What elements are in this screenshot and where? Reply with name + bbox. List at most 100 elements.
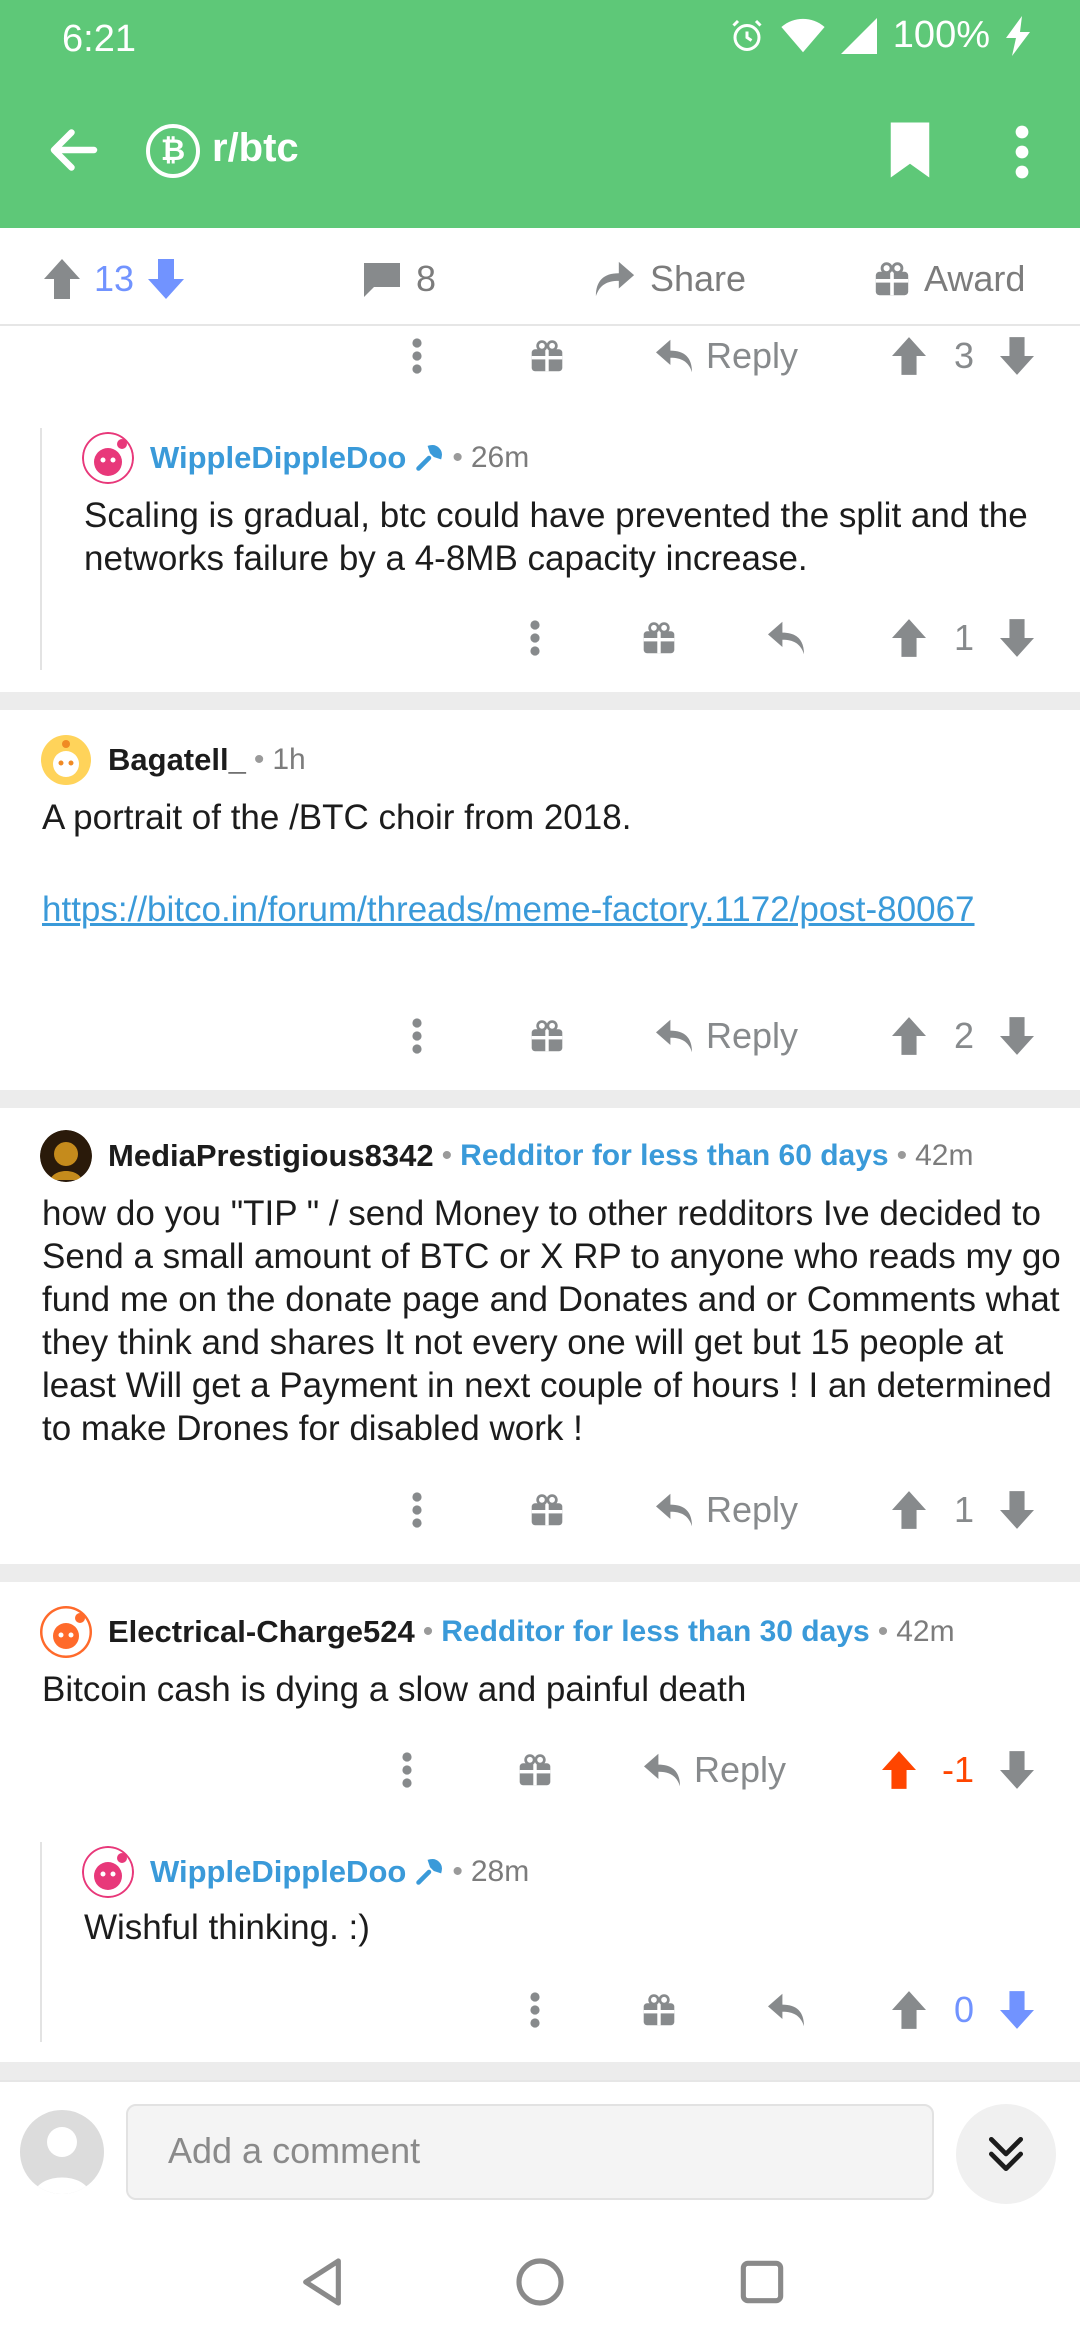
more-vert-icon (412, 1018, 422, 1054)
comment-downvote-button[interactable] (1000, 326, 1034, 386)
comment-more-button[interactable] (528, 608, 542, 668)
avatar[interactable] (82, 1846, 134, 1898)
subreddit-title[interactable]: r/btc (212, 126, 299, 171)
reply-icon (656, 1019, 692, 1053)
mod-wrench-icon (416, 1859, 443, 1885)
back-arrow-icon[interactable] (44, 120, 104, 180)
upvote-icon (892, 1491, 926, 1529)
username[interactable]: Bagatell_ (108, 742, 246, 778)
more-vert-icon (412, 338, 422, 374)
downvote-icon (1000, 1491, 1034, 1529)
status-bar: 6:21 100% (0, 0, 1080, 80)
comment-downvote-button[interactable] (1000, 608, 1034, 668)
comment-separator (0, 2062, 1080, 2080)
avatar[interactable] (40, 734, 92, 786)
comment-icon (364, 263, 400, 297)
gift-icon (531, 1020, 563, 1052)
user-avatar-icon (34, 2127, 90, 2194)
username[interactable]: MediaPrestigious8342 (108, 1138, 434, 1174)
downvote-icon[interactable] (148, 259, 185, 299)
comment-more-button[interactable] (410, 326, 424, 386)
share-button[interactable]: Share (594, 254, 746, 304)
status-icons: 100% (729, 14, 1030, 57)
downvote-icon (1000, 619, 1034, 657)
comment-reply-button[interactable]: Reply (654, 1006, 798, 1066)
comment-more-button[interactable] (410, 1480, 424, 1540)
award-button[interactable]: Award (874, 254, 1025, 304)
comment-score: 1 (954, 617, 975, 658)
user-avatar[interactable] (20, 2110, 104, 2194)
comment-reply-button[interactable]: Reply (654, 1480, 798, 1540)
comment-body: Bitcoin cash is dying a slow and painful… (42, 1670, 747, 1709)
double-chevron-down-icon (988, 2136, 1024, 2172)
comment-time: 28m (470, 1855, 530, 1888)
comment-score: 1 (954, 1489, 975, 1530)
comment-upvote-button[interactable] (892, 1006, 926, 1066)
comment-award-button[interactable] (530, 326, 564, 386)
gift-icon (531, 1494, 563, 1526)
avatar[interactable] (40, 1130, 92, 1182)
bookmark-icon[interactable] (888, 122, 932, 178)
nav-recents-icon[interactable] (734, 2254, 790, 2310)
comment-time: 42m (915, 1139, 974, 1172)
comment-downvote-button[interactable] (1000, 1740, 1034, 1800)
post-vote-group: 13 (44, 254, 185, 304)
comment-award-button[interactable] (642, 608, 676, 668)
nav-back-icon[interactable] (294, 2254, 350, 2310)
reply-label: Reply (694, 1749, 787, 1790)
more-vert-icon[interactable] (1004, 124, 1040, 180)
user-flair: Redditor for less than 30 days (441, 1615, 870, 1648)
post-comments-button[interactable]: 8 (362, 254, 436, 304)
comment-more-button[interactable] (400, 1740, 414, 1800)
comment-body: Wishful thinking. :) (84, 1908, 370, 1947)
upvote-icon (882, 1751, 916, 1789)
comment-downvote-button[interactable] (1000, 1480, 1034, 1540)
gift-icon (519, 1754, 551, 1786)
comment-downvote-button[interactable] (1000, 1006, 1034, 1066)
battery-level: 100% (892, 14, 990, 56)
app-bar: ₿ r/btc (0, 80, 1080, 228)
comment-upvote-button[interactable] (882, 1740, 916, 1800)
comment-more-button[interactable] (528, 1980, 542, 2040)
comment-header: Bagatell_ • 1h (40, 734, 306, 786)
comment-reply-button[interactable]: Reply (642, 1740, 786, 1800)
comment-link[interactable]: https://bitco.in/forum/threads/meme-fact… (42, 888, 992, 931)
comment-reply-button[interactable] (766, 608, 806, 668)
gift-icon (643, 622, 675, 654)
reply-label: Reply (706, 335, 799, 376)
nav-home-icon[interactable] (512, 2254, 568, 2310)
comment-time: 42m (896, 1615, 955, 1648)
collapse-button[interactable] (956, 2104, 1056, 2204)
mod-wrench-icon (416, 445, 443, 471)
upvote-icon[interactable] (44, 259, 80, 299)
comment-header: WippleDippleDoo • 26m (82, 432, 529, 484)
comment-downvote-button[interactable] (1000, 1980, 1034, 2040)
username[interactable]: Electrical-Charge524 (108, 1614, 415, 1650)
comment-award-button[interactable] (530, 1006, 564, 1066)
add-comment-input[interactable]: Add a comment (126, 2104, 934, 2200)
downvote-icon (1000, 1751, 1034, 1789)
comment-upvote-button[interactable] (892, 326, 926, 386)
award-label: Award (924, 258, 1026, 299)
comment-upvote-button[interactable] (892, 1980, 926, 2040)
comment-award-button[interactable] (642, 1980, 676, 2040)
comment-award-button[interactable] (518, 1740, 552, 1800)
comment-more-button[interactable] (410, 1006, 424, 1066)
username[interactable]: WippleDippleDoo (150, 1854, 406, 1890)
gift-icon (875, 262, 909, 296)
comment-upvote-button[interactable] (892, 608, 926, 668)
comment-upvote-button[interactable] (892, 1480, 926, 1540)
reply-label: Reply (706, 1015, 799, 1056)
comment-score: 3 (954, 335, 975, 376)
comment-reply-button[interactable] (766, 1980, 806, 2040)
reply-label: Reply (706, 1489, 799, 1530)
system-nav-bar (0, 2220, 1080, 2340)
username[interactable]: WippleDippleDoo (150, 440, 406, 476)
wifi-icon (781, 18, 825, 52)
comment-score: 2 (954, 1015, 975, 1056)
avatar[interactable] (40, 1606, 92, 1658)
comment-reply-button[interactable]: Reply (654, 326, 798, 386)
avatar[interactable] (82, 432, 134, 484)
comment-time: 1h (272, 743, 306, 776)
comment-award-button[interactable] (530, 1480, 564, 1540)
